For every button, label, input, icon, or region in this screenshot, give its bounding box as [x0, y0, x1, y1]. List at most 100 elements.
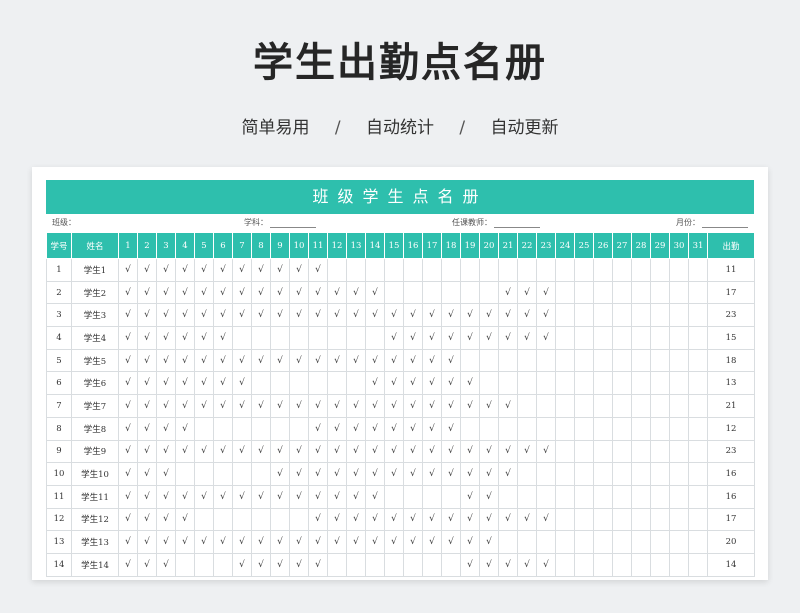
cell-check-mark[interactable]: √	[156, 394, 176, 418]
cell-empty[interactable]	[669, 280, 689, 305]
cell-empty[interactable]	[232, 462, 252, 486]
cell-check-mark[interactable]: √	[479, 484, 499, 509]
cell-check-mark[interactable]: √	[422, 326, 442, 350]
cell-empty[interactable]	[650, 348, 670, 373]
cell-student-name[interactable]: 学生1	[71, 258, 119, 282]
cell-check-mark[interactable]: √	[156, 462, 176, 486]
cell-empty[interactable]	[498, 484, 518, 509]
cell-student-no[interactable]: 6	[46, 371, 72, 396]
cell-empty[interactable]	[688, 462, 708, 486]
cell-check-mark[interactable]: √	[118, 303, 138, 328]
cell-empty[interactable]	[555, 439, 575, 464]
cell-empty[interactable]	[631, 371, 651, 396]
cell-total[interactable]: 17	[707, 507, 755, 532]
cell-check-mark[interactable]: √	[194, 303, 214, 328]
cell-check-mark[interactable]: √	[251, 439, 271, 464]
cell-empty[interactable]	[365, 326, 385, 350]
cell-empty[interactable]	[555, 507, 575, 532]
cell-empty[interactable]	[593, 280, 613, 305]
cell-check-mark[interactable]: √	[498, 552, 518, 577]
cell-empty[interactable]	[555, 416, 575, 441]
subject-input-line[interactable]	[270, 219, 316, 228]
cell-empty[interactable]	[555, 530, 575, 554]
cell-check-mark[interactable]: √	[441, 394, 461, 418]
cell-empty[interactable]	[308, 326, 328, 350]
cell-empty[interactable]	[612, 507, 632, 532]
cell-empty[interactable]	[232, 416, 252, 441]
cell-check-mark[interactable]: √	[460, 394, 480, 418]
cell-empty[interactable]	[498, 530, 518, 554]
cell-empty[interactable]	[213, 416, 233, 441]
cell-check-mark[interactable]: √	[251, 552, 271, 577]
cell-empty[interactable]	[631, 348, 651, 373]
cell-check-mark[interactable]: √	[460, 439, 480, 464]
cell-empty[interactable]	[574, 439, 594, 464]
cell-empty[interactable]	[346, 371, 366, 396]
cell-check-mark[interactable]: √	[403, 507, 423, 532]
cell-empty[interactable]	[270, 371, 290, 396]
cell-empty[interactable]	[593, 394, 613, 418]
cell-empty[interactable]	[669, 462, 689, 486]
cell-empty[interactable]	[669, 326, 689, 350]
cell-check-mark[interactable]: √	[460, 507, 480, 532]
cell-empty[interactable]	[688, 484, 708, 509]
cell-check-mark[interactable]: √	[270, 462, 290, 486]
cell-empty[interactable]	[175, 552, 195, 577]
cell-total[interactable]: 13	[707, 371, 755, 396]
cell-check-mark[interactable]: √	[308, 416, 328, 441]
cell-check-mark[interactable]: √	[289, 348, 309, 373]
cell-empty[interactable]	[384, 280, 404, 305]
cell-check-mark[interactable]: √	[137, 326, 157, 350]
cell-check-mark[interactable]: √	[156, 552, 176, 577]
cell-empty[interactable]	[688, 416, 708, 441]
cell-check-mark[interactable]: √	[308, 507, 328, 532]
cell-check-mark[interactable]: √	[308, 552, 328, 577]
cell-student-no[interactable]: 13	[46, 530, 72, 554]
cell-check-mark[interactable]: √	[346, 462, 366, 486]
cell-empty[interactable]	[327, 371, 347, 396]
cell-check-mark[interactable]: √	[118, 371, 138, 396]
cell-empty[interactable]	[289, 326, 309, 350]
cell-empty[interactable]	[270, 416, 290, 441]
cell-check-mark[interactable]: √	[289, 530, 309, 554]
cell-check-mark[interactable]: √	[422, 507, 442, 532]
cell-empty[interactable]	[688, 439, 708, 464]
cell-check-mark[interactable]: √	[365, 348, 385, 373]
cell-check-mark[interactable]: √	[213, 258, 233, 282]
cell-check-mark[interactable]: √	[403, 394, 423, 418]
cell-empty[interactable]	[460, 280, 480, 305]
cell-empty[interactable]	[612, 348, 632, 373]
cell-check-mark[interactable]: √	[118, 416, 138, 441]
cell-empty[interactable]	[650, 439, 670, 464]
cell-empty[interactable]	[650, 326, 670, 350]
cell-check-mark[interactable]: √	[270, 552, 290, 577]
cell-check-mark[interactable]: √	[308, 280, 328, 305]
cell-check-mark[interactable]: √	[308, 484, 328, 509]
cell-empty[interactable]	[669, 258, 689, 282]
cell-check-mark[interactable]: √	[536, 439, 556, 464]
cell-check-mark[interactable]: √	[327, 394, 347, 418]
cell-check-mark[interactable]: √	[517, 326, 537, 350]
cell-check-mark[interactable]: √	[213, 484, 233, 509]
cell-check-mark[interactable]: √	[460, 552, 480, 577]
cell-check-mark[interactable]: √	[441, 530, 461, 554]
cell-check-mark[interactable]: √	[289, 258, 309, 282]
cell-check-mark[interactable]: √	[251, 394, 271, 418]
cell-check-mark[interactable]: √	[194, 371, 214, 396]
cell-empty[interactable]	[669, 416, 689, 441]
cell-check-mark[interactable]: √	[156, 303, 176, 328]
cell-empty[interactable]	[422, 552, 442, 577]
cell-check-mark[interactable]: √	[346, 280, 366, 305]
cell-check-mark[interactable]: √	[327, 348, 347, 373]
cell-student-no[interactable]: 14	[46, 552, 72, 577]
cell-empty[interactable]	[536, 484, 556, 509]
cell-total[interactable]: 18	[707, 348, 755, 373]
cell-total[interactable]: 11	[707, 258, 755, 282]
cell-student-name[interactable]: 学生4	[71, 326, 119, 350]
cell-empty[interactable]	[593, 530, 613, 554]
cell-empty[interactable]	[669, 507, 689, 532]
cell-empty[interactable]	[555, 462, 575, 486]
cell-empty[interactable]	[251, 371, 271, 396]
cell-student-name[interactable]: 学生3	[71, 303, 119, 328]
cell-student-no[interactable]: 7	[46, 394, 72, 418]
